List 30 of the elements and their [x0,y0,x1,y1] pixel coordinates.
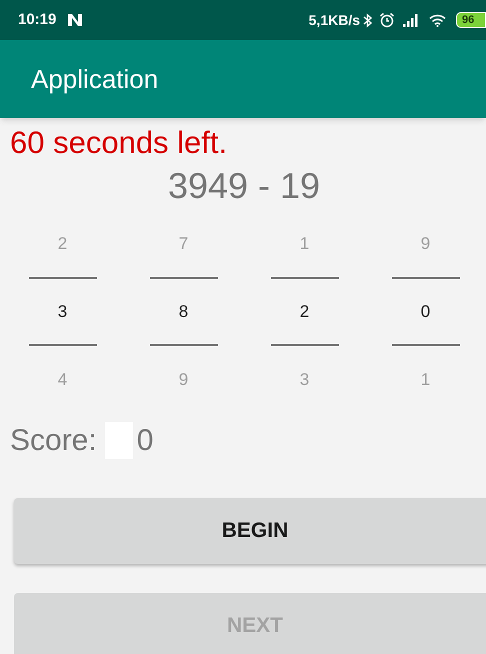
timer-text: 60 seconds left. [10,125,228,160]
battery-percent: 96 [462,14,474,26]
picker-adjacent-value: 9 [420,232,430,255]
problem-text: 3949 - 19 [166,164,320,208]
number-picker[interactable]: 9 0 1 [365,210,486,413]
picker-value: 3 [58,300,68,323]
picker-value: 2 [300,300,310,323]
alarm-icon [379,12,395,28]
picker-adjacent-value: 3 [300,368,310,391]
number-picker[interactable]: 7 8 9 [123,210,244,413]
picker-adjacent-value: 7 [178,232,188,255]
picker-adjacent-value: 1 [420,368,430,391]
status-time: 10:19 [18,10,56,30]
number-picker[interactable]: 2 3 4 [2,210,123,413]
score-label: Score: [10,422,97,458]
notification-icon [67,13,84,27]
signal-icon [403,14,419,26]
number-picker[interactable]: 1 2 3 [244,210,365,413]
wifi-icon [429,14,446,26]
score-value: 0 [136,422,154,458]
picker-adjacent-value: 4 [58,368,68,391]
picker-adjacent-value: 9 [178,368,188,391]
bluetooth-icon [363,12,372,28]
picker-adjacent-value: 1 [300,232,310,255]
app-title: Application [31,62,158,96]
network-speed: 5,1KB/s [308,10,360,30]
picker-adjacent-value: 2 [58,232,68,255]
picker-value: 8 [178,300,188,323]
action-button[interactable]: BEGIN [14,498,486,564]
picker-value: 0 [420,300,430,323]
